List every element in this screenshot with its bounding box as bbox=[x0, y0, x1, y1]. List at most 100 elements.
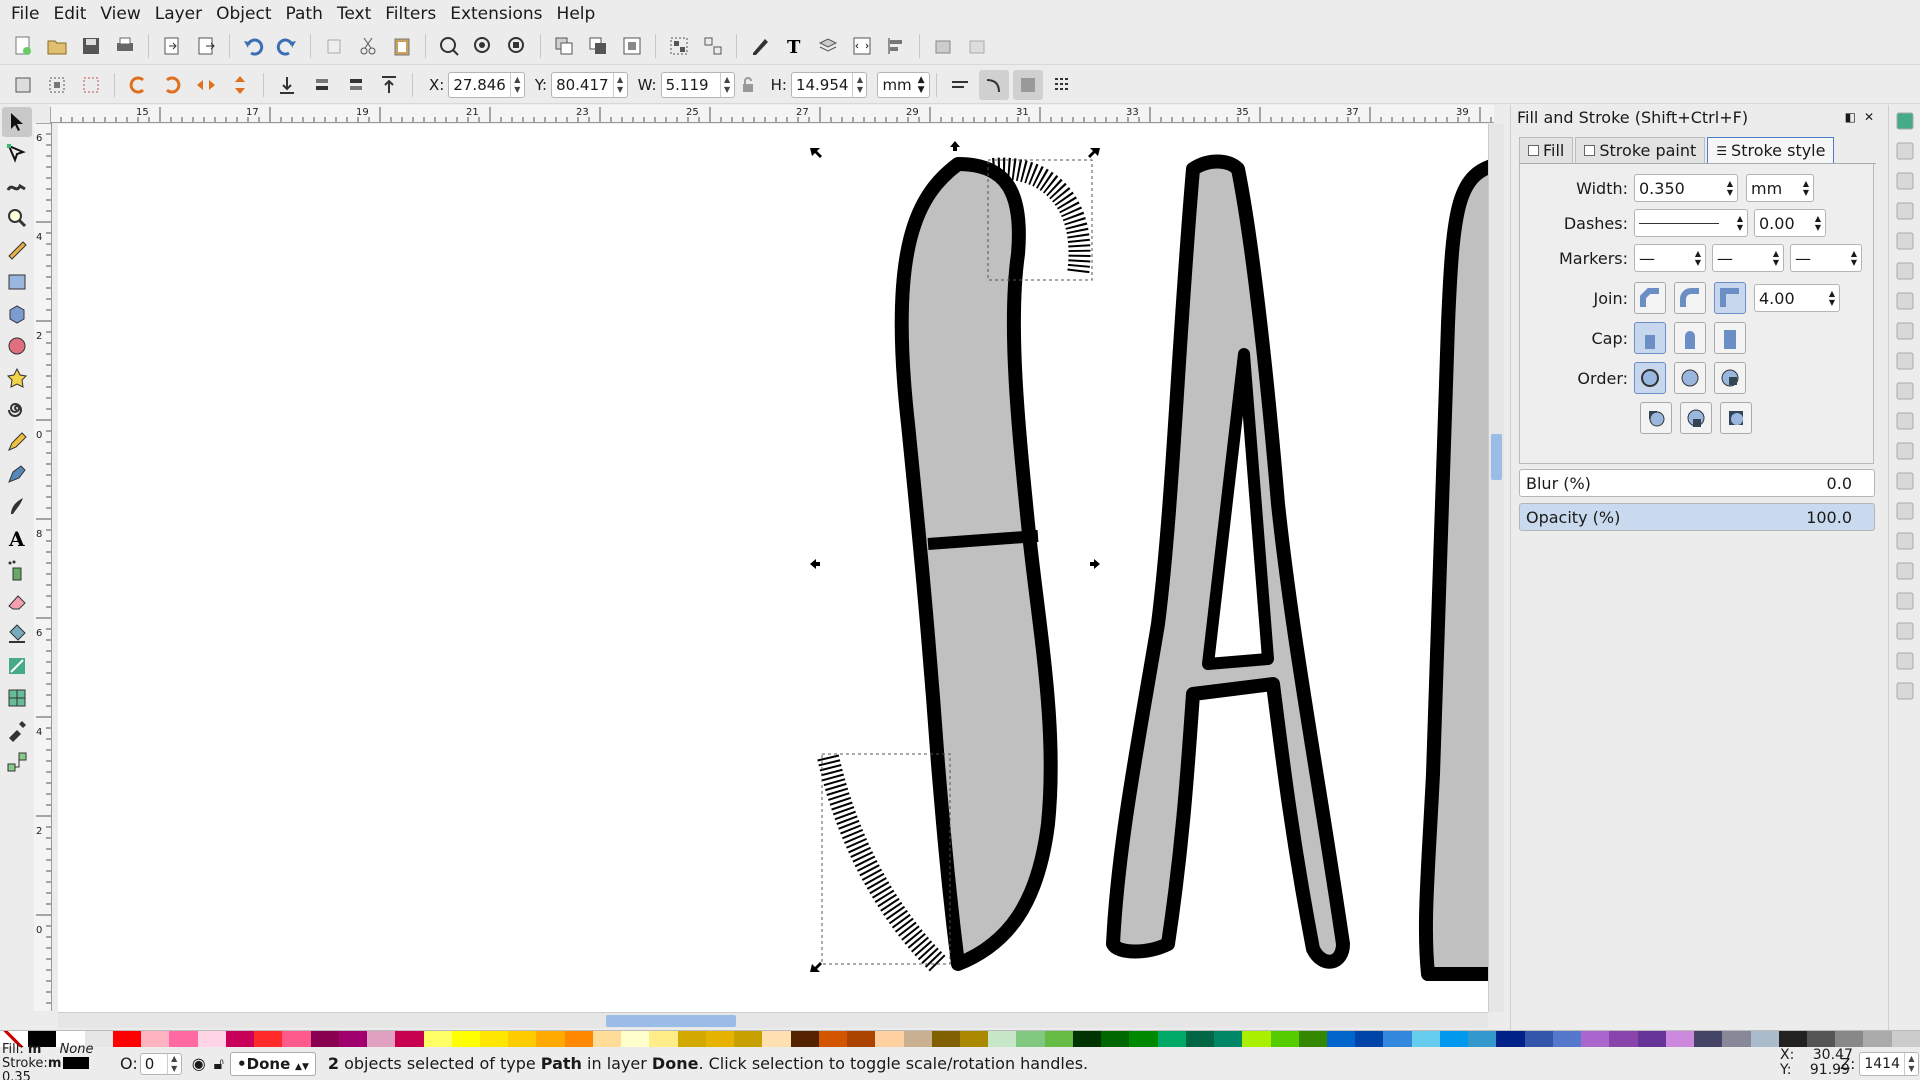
order-fill-markers-stroke-icon[interactable] bbox=[1714, 362, 1746, 394]
color-swatch[interactable] bbox=[1750, 1031, 1779, 1048]
fill-stroke-indicator[interactable]: Fill: m None Stroke:m 0.35 bbox=[0, 1042, 110, 1080]
order-stroke-markers-fill-icon[interactable] bbox=[1680, 402, 1712, 434]
color-swatch[interactable] bbox=[1383, 1031, 1412, 1048]
selected-path-bottom[interactable] bbox=[817, 754, 946, 972]
menu-path[interactable]: Path bbox=[279, 0, 330, 28]
flip-vertical-icon[interactable] bbox=[225, 70, 255, 100]
snap-toggle-icon[interactable] bbox=[1896, 412, 1914, 430]
zoom-page-icon[interactable] bbox=[502, 31, 532, 61]
menu-extensions[interactable]: Extensions bbox=[443, 0, 549, 28]
raise-icon[interactable] bbox=[340, 70, 370, 100]
zoom-selection-icon[interactable] bbox=[434, 31, 464, 61]
lower-to-bottom-icon[interactable] bbox=[272, 70, 302, 100]
square-cap-icon[interactable] bbox=[1714, 322, 1746, 354]
color-swatch[interactable] bbox=[282, 1031, 311, 1048]
menu-view[interactable]: View bbox=[93, 0, 147, 28]
lock-ratio-icon[interactable] bbox=[737, 70, 759, 100]
snap-toggle-icon[interactable] bbox=[1896, 202, 1914, 220]
text-tool-icon[interactable]: A bbox=[2, 523, 32, 553]
color-swatch[interactable] bbox=[959, 1031, 989, 1048]
layers-icon[interactable] bbox=[813, 31, 843, 61]
opacity-value[interactable]: 100.0 bbox=[1806, 508, 1852, 527]
color-swatch[interactable] bbox=[1609, 1031, 1638, 1048]
snap-toggle-icon[interactable] bbox=[1896, 592, 1914, 610]
spray-tool-icon[interactable] bbox=[2, 555, 32, 585]
zoom-value[interactable]: 1414 bbox=[1860, 1056, 1904, 1072]
round-cap-icon[interactable] bbox=[1674, 322, 1706, 354]
color-swatch[interactable] bbox=[1552, 1031, 1582, 1048]
rotate-cw-icon[interactable] bbox=[157, 70, 187, 100]
color-swatch[interactable] bbox=[1214, 1031, 1243, 1048]
text-font-icon[interactable]: T bbox=[779, 31, 809, 61]
print-icon[interactable] bbox=[110, 31, 140, 61]
color-swatch[interactable] bbox=[1835, 1031, 1864, 1048]
color-swatch[interactable] bbox=[931, 1031, 960, 1048]
scale-stroke-icon[interactable] bbox=[945, 70, 975, 100]
color-swatch[interactable] bbox=[621, 1031, 650, 1048]
unit-select[interactable]: mm ▲ ▼ bbox=[877, 71, 930, 98]
snap-toggle-icon[interactable] bbox=[1896, 322, 1914, 340]
menu-text[interactable]: Text bbox=[330, 0, 378, 28]
snap-toggle-icon[interactable] bbox=[1896, 292, 1914, 310]
open-icon[interactable] bbox=[42, 31, 72, 61]
snap-toggle-icon[interactable] bbox=[1896, 232, 1914, 250]
transform-patterns-icon[interactable] bbox=[1047, 70, 1077, 100]
menu-filters[interactable]: Filters bbox=[378, 0, 443, 28]
scroll-thumb[interactable] bbox=[606, 1015, 736, 1027]
color-swatch[interactable] bbox=[479, 1031, 509, 1048]
ungroup-icon[interactable] bbox=[698, 31, 728, 61]
unlink-clone-icon[interactable] bbox=[617, 31, 647, 61]
y-value[interactable]: 80.417 bbox=[552, 76, 613, 94]
h-spinbox[interactable]: 14.954 ▲ ▼ bbox=[790, 71, 868, 98]
horizontal-scrollbar[interactable] bbox=[58, 1012, 1488, 1028]
snap-toggle-icon[interactable] bbox=[1896, 112, 1914, 130]
color-swatch[interactable] bbox=[762, 1031, 791, 1048]
import-icon[interactable] bbox=[157, 31, 187, 61]
color-swatch[interactable] bbox=[705, 1031, 735, 1048]
color-swatch[interactable] bbox=[395, 1031, 424, 1048]
spin-arrows-icon[interactable]: ▲ ▼ bbox=[1829, 289, 1835, 307]
vertical-ruler[interactable]: 6 4 2 0 8 6 4 2 0 bbox=[34, 123, 52, 1011]
color-swatch[interactable] bbox=[1468, 1031, 1497, 1048]
spin-arrows-icon[interactable]: ▲ ▼ bbox=[1815, 214, 1821, 232]
menu-file[interactable]: File bbox=[4, 0, 46, 28]
bevel-join-icon[interactable] bbox=[1634, 282, 1666, 314]
color-swatch[interactable] bbox=[875, 1031, 904, 1048]
color-swatch[interactable] bbox=[169, 1031, 198, 1048]
color-swatch[interactable] bbox=[508, 1031, 537, 1048]
color-swatch[interactable] bbox=[1355, 1031, 1384, 1048]
color-swatch[interactable] bbox=[367, 1031, 396, 1048]
blur-slider[interactable]: Blur (%) 0.0 bbox=[1519, 469, 1875, 497]
zoom-drawing-icon[interactable] bbox=[468, 31, 498, 61]
spiral-tool-icon[interactable] bbox=[2, 395, 32, 425]
spin-arrows-icon[interactable]: ▲ ▼ bbox=[1903, 1053, 1918, 1075]
snap-toggle-icon[interactable] bbox=[1896, 172, 1914, 190]
preferences-icon[interactable] bbox=[928, 31, 958, 61]
selector-tool-icon[interactable] bbox=[2, 107, 32, 137]
pen-tool-icon[interactable] bbox=[2, 459, 32, 489]
tab-fill[interactable]: Fill bbox=[1519, 137, 1574, 163]
color-swatch[interactable] bbox=[1411, 1031, 1440, 1048]
star-tool-icon[interactable] bbox=[2, 363, 32, 393]
tab-stroke-paint[interactable]: Stroke paint bbox=[1575, 137, 1706, 163]
snap-toggle-icon[interactable] bbox=[1896, 532, 1914, 550]
color-swatch[interactable] bbox=[1891, 1031, 1920, 1048]
color-swatch[interactable] bbox=[225, 1031, 255, 1048]
gradient-tool-icon[interactable] bbox=[2, 651, 32, 681]
snap-toggle-icon[interactable] bbox=[1896, 502, 1914, 520]
dock-icon[interactable]: ◧ bbox=[1845, 110, 1856, 124]
color-swatch[interactable] bbox=[141, 1031, 170, 1048]
end-marker-select[interactable]: — ▲ ▼ bbox=[1790, 244, 1862, 272]
opacity-spinbox[interactable]: 0 ▲ ▼ bbox=[139, 1052, 182, 1075]
lock-icon[interactable]: 🔓︎ bbox=[214, 1054, 224, 1074]
h-value[interactable]: 14.954 bbox=[792, 76, 853, 94]
duplicate-icon[interactable] bbox=[549, 31, 579, 61]
miter-limit-value[interactable]: 4.00 bbox=[1759, 289, 1795, 308]
menu-object[interactable]: Object bbox=[209, 0, 278, 28]
w-spinbox[interactable]: 5.119 ▲ ▼ bbox=[660, 71, 735, 98]
snap-toggle-icon[interactable] bbox=[1896, 262, 1914, 280]
cut-icon[interactable] bbox=[353, 31, 383, 61]
align-distribute-icon[interactable] bbox=[881, 31, 911, 61]
dash-offset-value[interactable]: 0.00 bbox=[1759, 214, 1795, 233]
tab-stroke-style[interactable]: ☰ Stroke style bbox=[1707, 137, 1835, 163]
